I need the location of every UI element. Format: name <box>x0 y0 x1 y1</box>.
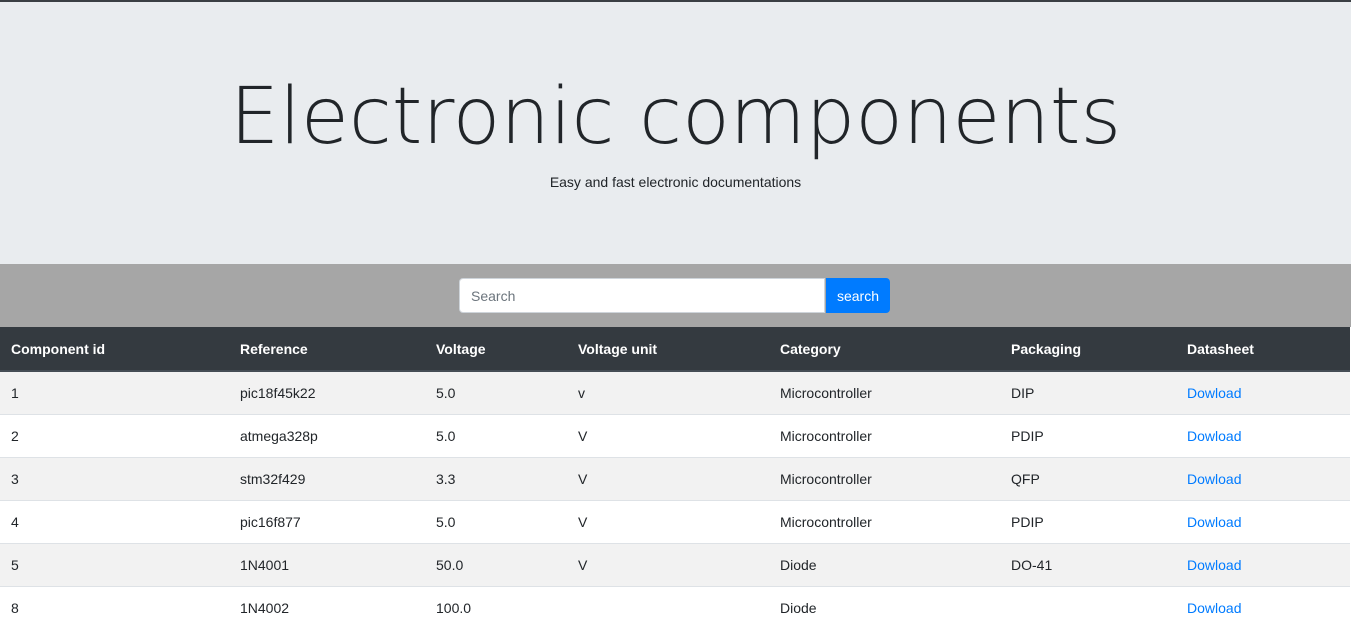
table-header: Component id Reference Voltage Voltage u… <box>0 327 1350 372</box>
table-row: 8 1N4002 100.0 Diode Dowload <box>0 585 1350 629</box>
cell-voltage: 100.0 <box>425 585 567 629</box>
cell-category: Microcontroller <box>769 456 1000 500</box>
page-title: Electronic components <box>229 72 1122 162</box>
column-header-reference: Reference <box>229 327 425 372</box>
cell-component-id: 3 <box>0 456 229 500</box>
cell-datasheet: Dowload <box>1176 585 1350 629</box>
table-row: 1 pic18f45k22 5.0 v Microcontroller DIP … <box>0 370 1350 414</box>
column-header-datasheet: Datasheet <box>1176 327 1350 372</box>
cell-packaging: DO-41 <box>1000 542 1176 586</box>
column-header-voltage-unit: Voltage unit <box>567 327 769 372</box>
cell-component-id: 4 <box>0 499 229 543</box>
components-table: Component id Reference Voltage Voltage u… <box>0 327 1350 629</box>
datasheet-download-link[interactable]: Dowload <box>1187 471 1241 487</box>
cell-voltage-unit: V <box>567 499 769 543</box>
search-button[interactable]: search <box>826 278 890 313</box>
cell-packaging: QFP <box>1000 456 1176 500</box>
cell-category: Microcontroller <box>769 370 1000 414</box>
cell-category: Diode <box>769 542 1000 586</box>
search-bar: search <box>0 264 1351 327</box>
cell-voltage-unit <box>567 585 769 629</box>
datasheet-download-link[interactable]: Dowload <box>1187 557 1241 573</box>
cell-reference: pic18f45k22 <box>229 370 425 414</box>
column-header-component-id: Component id <box>0 327 229 372</box>
cell-packaging <box>1000 585 1176 629</box>
cell-reference: 1N4002 <box>229 585 425 629</box>
cell-reference: 1N4001 <box>229 542 425 586</box>
cell-category: Microcontroller <box>769 413 1000 457</box>
datasheet-download-link[interactable]: Dowload <box>1187 514 1241 530</box>
cell-component-id: 1 <box>0 370 229 414</box>
table-header-row: Component id Reference Voltage Voltage u… <box>0 327 1350 372</box>
page-subtitle: Easy and fast electronic documentations <box>549 174 802 190</box>
cell-component-id: 8 <box>0 585 229 629</box>
cell-packaging: PDIP <box>1000 499 1176 543</box>
table-body: 1 pic18f45k22 5.0 v Microcontroller DIP … <box>0 370 1350 629</box>
cell-category: Diode <box>769 585 1000 629</box>
cell-voltage: 3.3 <box>425 456 567 500</box>
cell-voltage-unit: V <box>567 413 769 457</box>
column-header-category: Category <box>769 327 1000 372</box>
datasheet-download-link[interactable]: Dowload <box>1187 600 1241 616</box>
cell-voltage-unit: V <box>567 456 769 500</box>
cell-category: Microcontroller <box>769 499 1000 543</box>
table-row: 2 atmega328p 5.0 V Microcontroller PDIP … <box>0 413 1350 457</box>
cell-reference: stm32f429 <box>229 456 425 500</box>
cell-component-id: 5 <box>0 542 229 586</box>
cell-voltage: 5.0 <box>425 370 567 414</box>
table-row: 3 stm32f429 3.3 V Microcontroller QFP Do… <box>0 456 1350 500</box>
cell-reference: pic16f877 <box>229 499 425 543</box>
cell-datasheet: Dowload <box>1176 542 1350 586</box>
cell-datasheet: Dowload <box>1176 413 1350 457</box>
cell-voltage-unit: v <box>567 370 769 414</box>
cell-datasheet: Dowload <box>1176 499 1350 543</box>
cell-datasheet: Dowload <box>1176 370 1350 414</box>
datasheet-download-link[interactable]: Dowload <box>1187 385 1241 401</box>
datasheet-download-link[interactable]: Dowload <box>1187 428 1241 444</box>
cell-component-id: 2 <box>0 413 229 457</box>
cell-packaging: DIP <box>1000 370 1176 414</box>
hero-banner: Electronic components Easy and fast elec… <box>0 2 1351 264</box>
cell-packaging: PDIP <box>1000 413 1176 457</box>
cell-voltage: 50.0 <box>425 542 567 586</box>
column-header-packaging: Packaging <box>1000 327 1176 372</box>
table-row: 5 1N4001 50.0 V Diode DO-41 Dowload <box>0 542 1350 586</box>
cell-voltage: 5.0 <box>425 499 567 543</box>
cell-reference: atmega328p <box>229 413 425 457</box>
table-row: 4 pic16f877 5.0 V Microcontroller PDIP D… <box>0 499 1350 543</box>
cell-datasheet: Dowload <box>1176 456 1350 500</box>
cell-voltage-unit: V <box>567 542 769 586</box>
cell-voltage: 5.0 <box>425 413 567 457</box>
column-header-voltage: Voltage <box>425 327 567 372</box>
search-input[interactable] <box>459 278 825 313</box>
